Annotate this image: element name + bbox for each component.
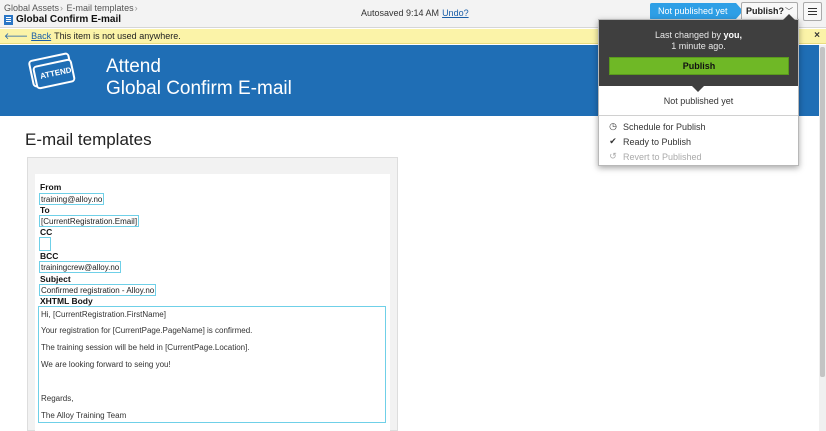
page-title: Global Confirm E-mail xyxy=(4,14,121,25)
schedule-for-publish-item[interactable]: ◷ Schedule for Publish xyxy=(608,121,706,132)
body-line: Your registration for [CurrentPage.PageN… xyxy=(41,326,253,335)
body-line: We are looking forward to seing you! xyxy=(41,360,171,369)
tools-menu-button[interactable] xyxy=(803,2,822,21)
section-heading: E-mail templates xyxy=(25,130,152,149)
undo-link[interactable]: Undo? xyxy=(442,8,469,18)
last-changed-time: 1 minute ago. xyxy=(671,41,726,51)
dropdown-pointer xyxy=(692,86,704,92)
clock-icon: ◷ xyxy=(609,121,617,131)
page-title-text: Global Confirm E-mail xyxy=(16,14,122,25)
scrollbar-thumb[interactable] xyxy=(820,47,825,377)
body-line: Regards, xyxy=(41,394,74,403)
scrollbar[interactable] xyxy=(819,45,826,431)
ticket-logo-text: ATTEND xyxy=(39,65,73,81)
close-icon[interactable]: × xyxy=(814,29,820,43)
chevron-right-icon: › xyxy=(134,3,138,13)
from-field[interactable]: training@alloy.no xyxy=(39,193,105,205)
cc-field[interactable] xyxy=(39,237,51,251)
bcc-label: BCC xyxy=(40,251,59,261)
divider xyxy=(599,115,798,116)
publish-state-text: Not published yet xyxy=(663,96,734,106)
breadcrumb-global-assets[interactable]: Global Assets xyxy=(4,3,59,13)
body-editor[interactable]: Hi, [CurrentRegistration.FirstName] Your… xyxy=(38,306,386,423)
autosave-status: Autosaved 9:14 AM Undo? xyxy=(361,8,469,18)
chevron-right-icon: › xyxy=(60,3,64,13)
back-link[interactable]: Back xyxy=(31,31,51,41)
subject-label: Subject xyxy=(40,274,71,284)
banner-title-line1: Attend xyxy=(106,56,161,77)
from-label: From xyxy=(40,182,62,192)
body-line: The training session will be held in [Cu… xyxy=(41,343,250,352)
body-line: The Alloy Training Team xyxy=(41,411,127,420)
breadcrumb-email-templates[interactable]: E-mail templates xyxy=(67,3,134,13)
list-icon xyxy=(808,8,817,9)
revert-to-published-item: ↺ Revert to Published xyxy=(609,151,702,162)
publish-dropdown-header: Last changed by you, 1 minute ago. Publi… xyxy=(599,20,798,86)
page-icon xyxy=(4,14,13,25)
publish-button[interactable]: Publish xyxy=(609,57,789,75)
bcc-field[interactable]: trainingcrew@alloy.no xyxy=(39,261,122,273)
notice-text: This item is not used anywhere. xyxy=(54,31,181,41)
cc-label: CC xyxy=(40,227,53,237)
body-label: XHTML Body xyxy=(40,296,93,306)
banner-title: Attend Global Confirm E-mail xyxy=(106,56,292,100)
revert-icon: ↺ xyxy=(609,151,617,161)
publish-dropdown: Last changed by you, 1 minute ago. Publi… xyxy=(598,14,799,166)
last-changed-text: Last changed by you, 1 minute ago. xyxy=(654,30,743,51)
arrow-left-icon: 🡐 xyxy=(4,31,29,41)
last-changed-user: you, xyxy=(723,30,743,40)
breadcrumb: Global Assets› E-mail templates› xyxy=(4,3,139,13)
checkmark-icon: ✔ xyxy=(609,136,617,146)
ready-to-publish-item[interactable]: ✔ Ready to Publish xyxy=(608,136,691,147)
publish-menu-label: Publish? xyxy=(746,6,784,16)
to-label: To xyxy=(40,205,50,215)
banner-title-line2: Global Confirm E-mail xyxy=(106,78,292,99)
status-badge: Not published yet xyxy=(650,3,743,20)
body-line: Hi, [CurrentRegistration.FirstName] xyxy=(41,310,166,319)
subject-field[interactable]: Confirmed registration - Alloy.no xyxy=(39,284,157,296)
to-field[interactable]: [CurrentRegistration.Email] xyxy=(39,215,140,227)
autosave-text: Autosaved 9:14 AM xyxy=(361,8,440,18)
